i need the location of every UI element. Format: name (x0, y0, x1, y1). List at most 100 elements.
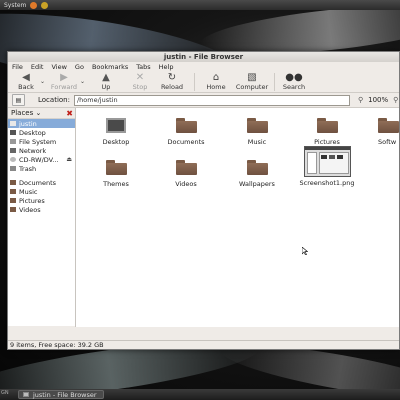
file-label: Wallpapers (239, 180, 275, 188)
folder-icon (10, 198, 16, 203)
back-history-dropdown[interactable]: ⌄ (40, 72, 48, 85)
zoom-control: ⚲ 100% ⚲ (358, 96, 398, 104)
sidebar-item-label: Network (19, 146, 47, 155)
screenshot-thumbnail (303, 146, 351, 177)
location-label: Location: (38, 96, 70, 104)
zoom-level[interactable]: 100% (368, 96, 388, 104)
menu-help[interactable]: Help (159, 63, 174, 71)
folder-icon (316, 118, 338, 133)
stop-button[interactable]: ✕ Stop (126, 72, 154, 91)
sidebar-item-cdrom[interactable]: CD-RW/DV... ⏏ (8, 155, 75, 164)
sidebar-item-trash[interactable]: Trash (8, 164, 75, 173)
menu-view[interactable]: View (51, 63, 66, 71)
desktop-icon (10, 130, 16, 135)
home-label: Home (206, 83, 226, 91)
file-item-software[interactable]: Softw (366, 118, 400, 146)
file-item-videos[interactable]: Videos (155, 160, 217, 188)
sidebar-item-justin[interactable]: justin (8, 119, 75, 128)
forward-history-dropdown[interactable]: ⌄ (80, 72, 88, 85)
places-selector[interactable]: Places ⌄ (11, 109, 41, 117)
zoom-in-icon[interactable]: ⚲ (393, 96, 398, 104)
sidebar-item-label: Music (19, 187, 38, 196)
eject-icon[interactable]: ⏏ (66, 156, 72, 163)
stop-icon: ✕ (135, 71, 145, 83)
toolbar-separator (274, 73, 275, 91)
sidebar-item-desktop[interactable]: Desktop (8, 128, 75, 137)
zoom-out-icon[interactable]: ⚲ (358, 96, 363, 104)
cdrom-icon (10, 157, 16, 162)
computer-button[interactable]: ▧ Computer (234, 72, 270, 91)
home-button[interactable]: ⌂ Home (202, 72, 230, 91)
filesystem-icon (10, 139, 16, 144)
sidebar-item-videos[interactable]: Videos (8, 205, 75, 214)
sidebar-item-pictures[interactable]: Pictures (8, 196, 75, 205)
reload-label: Reload (160, 83, 184, 91)
folder-icon (10, 189, 16, 194)
window-title: justin - File Browser (163, 53, 244, 61)
forward-button[interactable]: ▶ Forward (48, 72, 80, 91)
taskbar-window-button[interactable]: justin - File Browser (18, 390, 104, 399)
menu-bookmarks[interactable]: Bookmarks (92, 63, 128, 71)
sidebar-item-label: Documents (19, 178, 57, 187)
back-button[interactable]: ◀ Back (12, 72, 40, 91)
browser-body: Places ⌄ ✖ justin Desktop File System Ne… (8, 108, 399, 327)
toolbar-separator (194, 73, 195, 91)
menu-file[interactable]: File (12, 63, 23, 71)
bottom-panel: GN justin - File Browser (0, 389, 400, 400)
up-arrow-icon: ▲ (102, 71, 110, 83)
file-item-screenshot[interactable]: Screenshot1.png (296, 146, 358, 187)
folder-icon (175, 160, 197, 175)
reload-icon: ↻ (167, 71, 177, 83)
forward-label: Forward (50, 83, 78, 91)
sidebar-item-documents[interactable]: Documents (8, 178, 75, 187)
back-label: Back (18, 83, 34, 91)
file-label: Music (247, 138, 267, 146)
menu-go[interactable]: Go (75, 63, 84, 71)
folder-icon (175, 118, 197, 133)
file-view[interactable]: Desktop Documents Music Pictures Softw T… (76, 108, 399, 327)
up-button[interactable]: ▲ Up (92, 72, 120, 91)
close-sidebar-icon[interactable]: ✖ (66, 109, 73, 118)
folder-icon (246, 118, 268, 133)
sidebar-item-file-system[interactable]: File System (8, 137, 75, 146)
sidebar-item-label: Desktop (19, 128, 46, 137)
menu-tabs[interactable]: Tabs (136, 63, 150, 71)
sidebar-item-label: File System (19, 137, 57, 146)
location-bar: ▤ Location: ⚲ 100% ⚲ (8, 93, 399, 108)
file-item-documents[interactable]: Documents (155, 118, 217, 146)
folder-icon (246, 160, 268, 175)
binoculars-icon: ●● (285, 71, 303, 83)
top-panel: System (0, 0, 400, 10)
sidebar-item-label: justin (19, 119, 37, 128)
file-item-desktop[interactable]: Desktop (85, 118, 147, 146)
forward-arrow-icon: ▶ (60, 71, 68, 83)
menu-bar: File Edit View Go Bookmarks Tabs Help (8, 62, 399, 72)
browser-launcher-icon[interactable] (30, 1, 38, 9)
file-item-music[interactable]: Music (226, 118, 288, 146)
sidebar-item-music[interactable]: Music (8, 187, 75, 196)
system-menu[interactable]: System (4, 2, 26, 9)
search-label: Search (282, 83, 306, 91)
location-input[interactable] (73, 94, 350, 106)
search-button[interactable]: ●● Search (280, 72, 308, 91)
sidebar-item-network[interactable]: Network (8, 146, 75, 155)
sidebar-header: Places ⌄ ✖ (8, 108, 75, 119)
file-item-wallpapers[interactable]: Wallpapers (226, 160, 288, 188)
file-label: Videos (175, 180, 197, 188)
home-icon: ⌂ (212, 71, 220, 83)
toolbar: ◀ Back ⌄ ▶ Forward ⌄ ▲ Up ✕ Stop ↻ Reloa… (8, 72, 399, 93)
back-arrow-icon: ◀ (22, 71, 30, 83)
show-desktop-stub[interactable]: GN (0, 390, 12, 399)
toggle-location-entry-button[interactable]: ▤ (12, 94, 25, 106)
window-titlebar[interactable]: justin - File Browser (8, 52, 399, 62)
folder-icon (378, 118, 399, 133)
file-item-pictures[interactable]: Pictures (296, 118, 358, 146)
file-browser-window: justin - File Browser File Edit View Go … (7, 51, 400, 350)
file-item-themes[interactable]: Themes (85, 160, 147, 188)
file-label: Pictures (314, 138, 340, 146)
home-icon (10, 121, 16, 126)
menu-edit[interactable]: Edit (31, 63, 44, 71)
help-launcher-icon[interactable] (41, 1, 49, 9)
reload-button[interactable]: ↻ Reload (158, 72, 186, 91)
file-label: Softw (378, 138, 397, 146)
